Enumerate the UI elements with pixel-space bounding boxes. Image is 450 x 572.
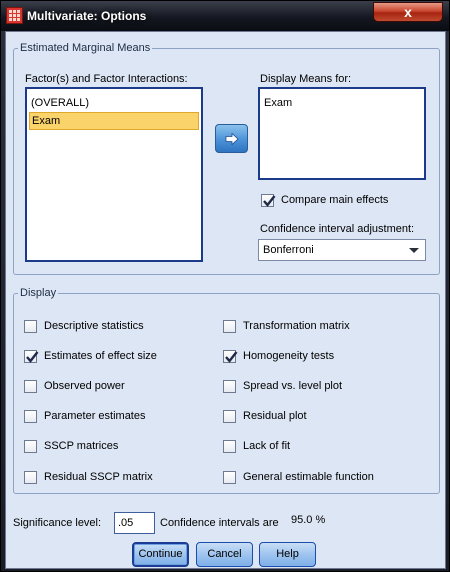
parameter-estimates-label: Parameter estimates: [44, 410, 146, 422]
descriptive-statistics-checkbox[interactable]: Descriptive statistics: [24, 318, 144, 334]
display-means-label: Display Means for:: [260, 73, 352, 85]
spss-app-icon: [6, 7, 23, 24]
confidence-intervals-value: 95.0 %: [291, 514, 326, 526]
transformation-matrix-label: Transformation matrix: [243, 320, 350, 332]
parameter-estimates-checkbox[interactable]: Parameter estimates: [24, 408, 145, 424]
observed-power-label: Observed power: [44, 380, 125, 392]
factor-item-overall[interactable]: (OVERALL): [29, 94, 199, 112]
checkbox-box[interactable]: [223, 379, 236, 393]
close-icon: x: [404, 4, 412, 20]
homogeneity-tests-checkbox[interactable]: Homogeneity tests: [223, 348, 334, 364]
effect-size-label: Estimates of effect size: [44, 350, 157, 362]
cancel-button[interactable]: Cancel: [196, 542, 253, 567]
checkbox-box[interactable]: [223, 349, 238, 363]
compare-main-effects-checkbox[interactable]: Compare main effects: [261, 192, 388, 208]
right-arrow-icon: [225, 132, 239, 145]
checkbox-box[interactable]: [223, 319, 236, 333]
sscp-matrices-checkbox[interactable]: SSCP matrices: [24, 438, 118, 454]
residual-plot-checkbox[interactable]: Residual plot: [223, 408, 307, 424]
lack-of-fit-checkbox[interactable]: Lack of fit: [223, 438, 290, 454]
chevron-down-icon[interactable]: [409, 248, 419, 253]
checkbox-box[interactable]: [223, 439, 236, 453]
checkbox-box[interactable]: [24, 349, 39, 363]
sscp-matrices-label: SSCP matrices: [44, 440, 119, 452]
checkbox-box[interactable]: [223, 409, 236, 423]
general-estimable-function-checkbox[interactable]: General estimable function: [223, 469, 374, 485]
options-dialog: Multivariate: Options x Estimated Margin…: [0, 0, 450, 572]
effect-size-checkbox[interactable]: Estimates of effect size: [24, 348, 157, 364]
checkmark-icon: [26, 350, 39, 363]
display-item-exam[interactable]: Exam: [262, 94, 422, 112]
factor-item-exam[interactable]: Exam: [29, 112, 199, 130]
ci-adjustment-select[interactable]: Bonferroni: [258, 239, 426, 261]
checkbox-box[interactable]: [24, 319, 37, 333]
help-button[interactable]: Help: [259, 542, 316, 567]
transformation-matrix-checkbox[interactable]: Transformation matrix: [223, 318, 350, 334]
checkbox-box[interactable]: [261, 193, 276, 207]
general-estimable-function-label: General estimable function: [243, 471, 374, 483]
dialog-body: Estimated Marginal Means Factor(s) and F…: [5, 31, 446, 569]
continue-button[interactable]: Continue: [132, 542, 189, 567]
significance-input[interactable]: .05: [114, 512, 155, 534]
spread-level-plot-checkbox[interactable]: Spread vs. level plot: [223, 378, 342, 394]
residual-sscp-checkbox[interactable]: Residual SSCP matrix: [24, 469, 153, 485]
checkmark-icon: [225, 350, 238, 363]
checkbox-box[interactable]: [24, 470, 37, 484]
compare-main-effects-label: Compare main effects: [281, 194, 389, 206]
move-to-display-button[interactable]: [215, 124, 248, 153]
display-legend: Display: [20, 287, 57, 299]
descriptive-statistics-label: Descriptive statistics: [44, 320, 144, 332]
ci-adjustment-label: Confidence interval adjustment:: [260, 223, 415, 235]
residual-plot-label: Residual plot: [243, 410, 307, 422]
close-button[interactable]: x: [373, 2, 443, 22]
confidence-intervals-label: Confidence intervals are: [160, 517, 279, 529]
emm-legend: Estimated Marginal Means: [20, 42, 151, 54]
checkbox-box[interactable]: [24, 379, 37, 393]
factors-listbox[interactable]: (OVERALL) Exam: [25, 87, 203, 262]
factors-label: Factor(s) and Factor Interactions:: [25, 73, 188, 85]
checkbox-box[interactable]: [223, 470, 236, 484]
significance-label: Significance level:: [13, 517, 102, 529]
checkbox-box[interactable]: [24, 409, 37, 423]
spread-level-plot-label: Spread vs. level plot: [243, 380, 343, 392]
ci-adjustment-value: Bonferroni: [263, 244, 314, 256]
observed-power-checkbox[interactable]: Observed power: [24, 378, 125, 394]
lack-of-fit-label: Lack of fit: [243, 440, 291, 452]
residual-sscp-label: Residual SSCP matrix: [44, 471, 153, 483]
checkbox-box[interactable]: [24, 439, 37, 453]
title-bar[interactable]: Multivariate: Options x: [1, 1, 449, 31]
display-means-listbox[interactable]: Exam: [258, 87, 426, 180]
homogeneity-tests-label: Homogeneity tests: [243, 350, 335, 362]
dialog-title: Multivariate: Options: [27, 9, 147, 23]
checkmark-icon: [263, 194, 276, 207]
